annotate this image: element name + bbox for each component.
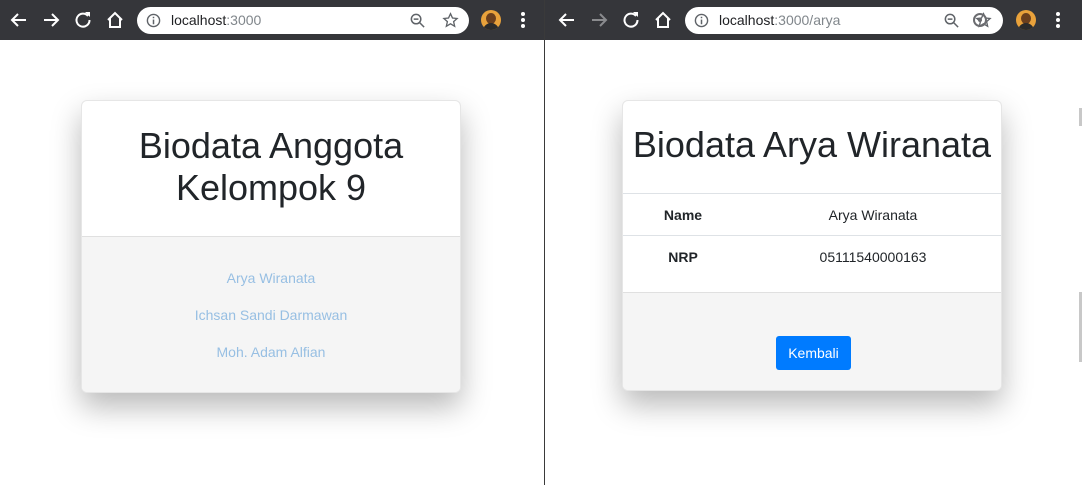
arrow-left-icon [10,13,26,27]
reload-button[interactable] [619,8,643,32]
back-to-list-button[interactable]: Kembali [776,336,851,370]
extension-icon[interactable] [971,11,989,29]
home-button[interactable] [651,8,675,32]
row-value: Arya Wiranata [828,207,918,223]
member-link[interactable]: Moh. Adam Alfian [82,344,460,360]
table-row: Name Arya Wiranata [623,193,1001,235]
arrow-right-icon [592,13,608,27]
members-list: Arya Wiranata Ichsan Sandi Darmawan Moh.… [82,236,460,392]
members-card: Biodata Anggota Kelompok 9 Arya Wiranata… [81,100,461,393]
address-bar[interactable]: localhost:3000/arya [685,7,1003,34]
info-icon[interactable] [694,13,709,28]
card-footer: Kembali [623,292,1001,390]
browser-toolbar: localhost:3000 [0,0,544,40]
back-button[interactable] [7,8,31,32]
zoom-icon[interactable] [409,12,426,29]
reload-icon [623,12,639,28]
url-text: localhost:3000/arya [719,12,841,28]
forward-button[interactable] [587,8,611,32]
member-link[interactable]: Arya Wiranata [82,270,460,286]
arrow-right-icon [44,13,60,27]
reload-button[interactable] [71,8,95,32]
profile-avatar[interactable] [481,10,501,30]
biodata-card: Biodata Arya Wiranata Name Arya Wiranata… [622,100,1002,391]
profile-avatar[interactable] [1016,10,1036,30]
home-button[interactable] [103,8,127,32]
table-row: NRP 05111540000163 [623,235,1001,277]
biodata-table: Name Arya Wiranata NRP 05111540000163 [623,193,1001,277]
home-icon [107,11,123,28]
home-icon [655,11,671,28]
row-value: 05111540000163 [819,249,927,265]
url-text: localhost:3000 [171,12,262,28]
page-title: Biodata Arya Wiranata [632,124,992,165]
row-key: NRP [668,249,698,265]
bookmark-star-icon[interactable] [442,12,459,29]
menu-icon[interactable] [1056,12,1060,28]
browser-window-right: localhost:3000/arya Biodata Arya Wiranat… [545,0,1082,485]
info-icon[interactable] [146,13,161,28]
row-key: Name [663,207,703,223]
page-title: Biodata Anggota Kelompok 9 [138,125,404,208]
browser-toolbar: localhost:3000/arya [545,0,1082,40]
address-bar[interactable]: localhost:3000 [137,7,469,34]
forward-button[interactable] [39,8,63,32]
member-link[interactable]: Ichsan Sandi Darmawan [82,307,460,323]
zoom-icon[interactable] [943,12,960,29]
reload-icon [75,12,91,28]
arrow-left-icon [558,13,574,27]
back-button[interactable] [555,8,579,32]
browser-window-left: localhost:3000 Biodata Anggota Kelompok … [0,0,544,485]
menu-icon[interactable] [521,12,525,28]
